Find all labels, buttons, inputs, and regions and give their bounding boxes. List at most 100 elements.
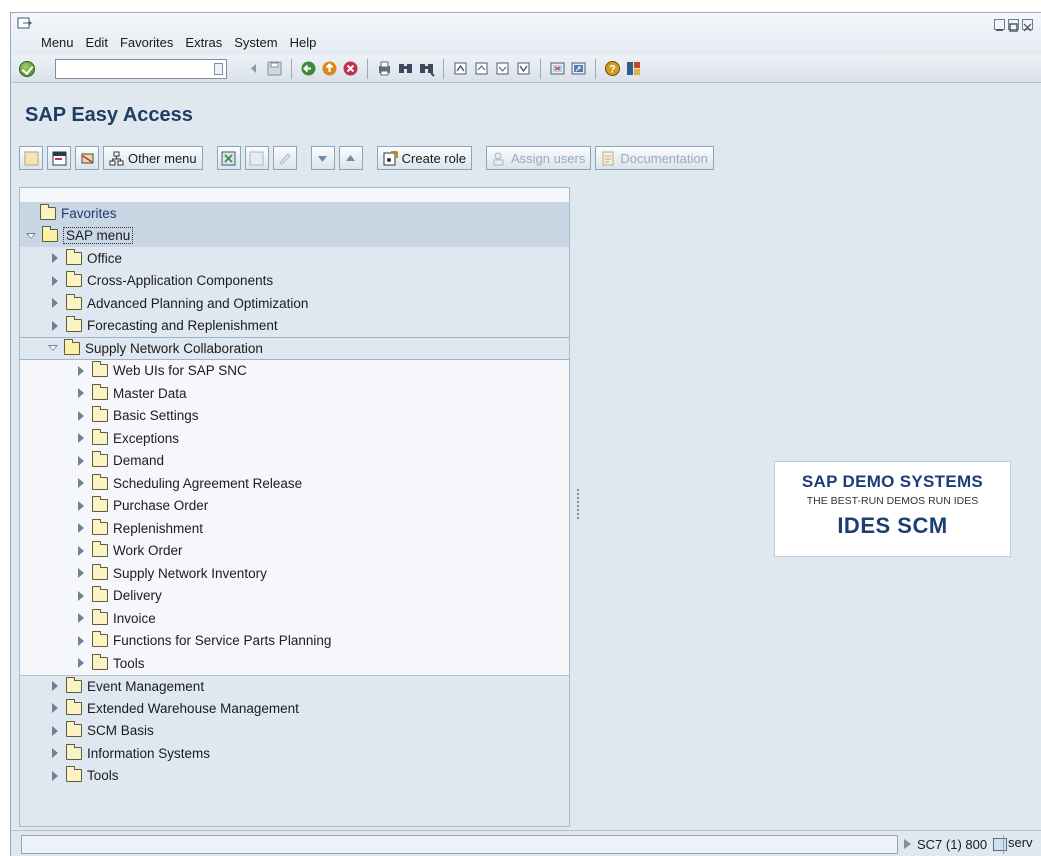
create-role-button[interactable]: Create role — [376, 146, 472, 170]
window-menu-icon[interactable] — [17, 17, 33, 31]
tree-item[interactable]: Event Management — [20, 674, 569, 697]
shortcut-icon[interactable] — [570, 60, 587, 77]
tree-item[interactable]: Extended Warehouse Management — [20, 697, 569, 720]
expand-right-icon[interactable] — [76, 568, 86, 579]
minimize-icon[interactable] — [994, 19, 1005, 31]
menu-help[interactable]: Help — [284, 35, 323, 50]
tree-item[interactable]: Web UIs for SAP SNC — [20, 359, 569, 382]
print-icon[interactable] — [376, 60, 393, 77]
collapse-left-icon[interactable] — [245, 60, 262, 77]
tree-item[interactable]: Delivery — [20, 584, 569, 607]
expand-right-icon[interactable] — [50, 748, 60, 759]
tree-item[interactable]: Demand — [20, 449, 569, 472]
delete-favorite-button[interactable] — [244, 146, 269, 170]
enter-icon[interactable] — [19, 60, 35, 77]
tree-item[interactable]: Forecasting and Replenishment — [20, 314, 569, 337]
cancel-icon[interactable] — [342, 60, 359, 77]
move-down-button[interactable] — [310, 146, 335, 170]
expand-right-icon[interactable] — [76, 523, 86, 534]
find-icon[interactable] — [397, 60, 414, 77]
tree-item[interactable]: Cross-Application Components — [20, 269, 569, 292]
expand-right-icon[interactable] — [50, 275, 60, 286]
layout-menu-icon[interactable] — [625, 60, 642, 77]
expand-right-icon[interactable] — [76, 613, 86, 624]
splitter-handle[interactable] — [577, 489, 579, 519]
last-page-icon[interactable] — [515, 60, 532, 77]
maximize-icon[interactable] — [1008, 19, 1019, 32]
assign-users-button[interactable]: Assign users — [485, 146, 592, 170]
menu-toggle-button[interactable] — [19, 146, 43, 170]
back-icon[interactable] — [300, 60, 317, 77]
documentation-button[interactable]: Documentation — [595, 146, 714, 170]
status-message-field[interactable] — [21, 835, 898, 854]
tree-item-expanded[interactable]: Supply Network Collaboration — [20, 337, 569, 360]
expand-right-icon[interactable] — [76, 590, 86, 601]
next-page-icon[interactable] — [494, 60, 511, 77]
other-menu-button[interactable]: Other menu — [103, 146, 203, 170]
tree-item[interactable]: Invoice — [20, 607, 569, 630]
new-session-icon[interactable] — [549, 60, 566, 77]
menu-system[interactable]: System — [228, 35, 283, 50]
business-workplace-button[interactable] — [75, 146, 99, 170]
expand-right-icon[interactable] — [50, 298, 60, 309]
sap-menu-button[interactable] — [47, 146, 71, 170]
tree-item[interactable]: Scheduling Agreement Release — [20, 472, 569, 495]
expand-right-icon[interactable] — [50, 681, 60, 692]
tree-item[interactable]: Work Order — [20, 539, 569, 562]
expand-right-icon[interactable] — [50, 770, 60, 781]
expand-right-icon[interactable] — [76, 500, 86, 511]
previous-page-icon[interactable] — [473, 60, 490, 77]
add-to-favorites-button[interactable] — [216, 146, 241, 170]
first-page-icon[interactable] — [452, 60, 469, 77]
tree-item[interactable]: Replenishment — [20, 517, 569, 540]
expand-right-icon[interactable] — [50, 320, 60, 331]
find-next-icon[interactable] — [418, 60, 435, 77]
tree-item-label: Tools — [87, 768, 119, 784]
expand-right-icon[interactable] — [76, 455, 86, 466]
change-favorite-button[interactable] — [272, 146, 297, 170]
expand-right-icon[interactable] — [76, 433, 86, 444]
expand-right-icon[interactable] — [76, 545, 86, 556]
status-expand-icon[interactable] — [904, 839, 911, 849]
expand-right-icon[interactable] — [50, 703, 60, 714]
expand-right-icon[interactable] — [76, 410, 86, 421]
menu-menu[interactable]: Menu — [35, 35, 80, 50]
expand-right-icon[interactable] — [76, 388, 86, 399]
tree-item[interactable]: Tools — [20, 652, 569, 675]
tree-item[interactable]: Supply Network Inventory — [20, 562, 569, 585]
title-area: SAP Easy Access — [11, 84, 1041, 142]
command-field[interactable] — [55, 58, 227, 79]
save-icon[interactable] — [266, 60, 283, 77]
tree-item[interactable]: Exceptions — [20, 427, 569, 450]
menu-extras[interactable]: Extras — [179, 35, 228, 50]
expand-down-icon[interactable] — [48, 343, 58, 353]
expand-right-icon[interactable] — [50, 725, 60, 736]
tree-item-favorites[interactable]: Favorites — [20, 202, 569, 225]
tree-item-sap-menu[interactable]: SAP menu — [20, 224, 569, 247]
tree-item[interactable]: Tools — [20, 764, 569, 787]
expand-right-icon[interactable] — [76, 635, 86, 646]
tree-item[interactable]: Office — [20, 247, 569, 270]
close-icon[interactable] — [1022, 19, 1033, 32]
menu-edit[interactable]: Edit — [80, 35, 114, 50]
tree-item-label: Work Order — [113, 543, 183, 559]
expand-right-icon[interactable] — [76, 658, 86, 669]
expand-right-icon[interactable] — [50, 253, 60, 264]
command-history-icon[interactable] — [214, 62, 223, 75]
tree-item[interactable]: Information Systems — [20, 742, 569, 765]
tree-item[interactable]: Basic Settings — [20, 404, 569, 427]
expand-down-icon[interactable] — [26, 231, 36, 241]
tree-item[interactable]: Advanced Planning and Optimization — [20, 292, 569, 315]
tree-item[interactable]: Master Data — [20, 382, 569, 405]
move-up-button[interactable] — [338, 146, 363, 170]
expand-right-icon[interactable] — [76, 478, 86, 489]
tree-item[interactable]: SCM Basis — [20, 719, 569, 742]
tree-item[interactable]: Functions for Service Parts Planning — [20, 629, 569, 652]
menu-favorites[interactable]: Favorites — [114, 35, 179, 50]
tree-item[interactable]: Purchase Order — [20, 494, 569, 517]
system-info[interactable]: SC7 (1) 800 — [917, 835, 1008, 854]
toolbar-separator — [291, 58, 292, 79]
expand-right-icon[interactable] — [76, 365, 86, 376]
help-icon[interactable]: ? — [604, 60, 621, 77]
exit-icon[interactable] — [321, 60, 338, 77]
